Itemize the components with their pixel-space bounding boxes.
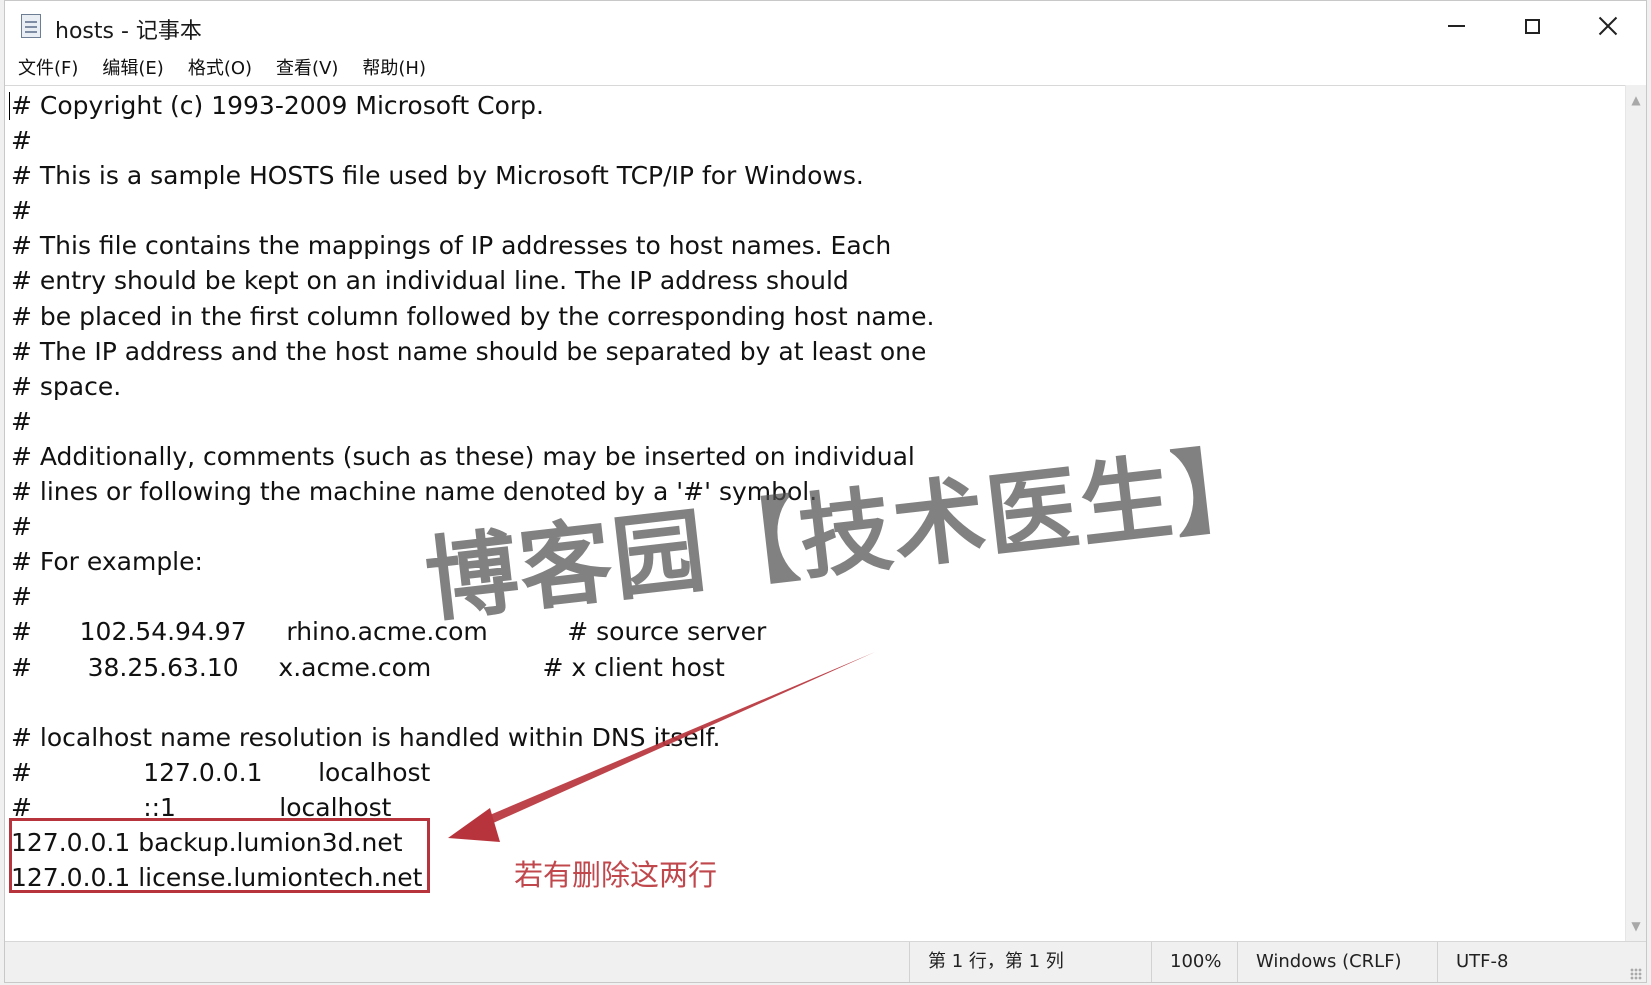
vertical-scrollbar[interactable]: ▲ ▼ — [1625, 85, 1646, 941]
menu-file[interactable]: 文件(F) — [7, 54, 89, 84]
editor-line: # — [11, 126, 32, 156]
notepad-icon — [21, 14, 41, 38]
maximize-button[interactable] — [1494, 1, 1570, 51]
status-encoding: UTF-8 — [1437, 942, 1617, 982]
status-line-ending: Windows (CRLF) — [1237, 942, 1437, 982]
menu-view[interactable]: 查看(V) — [265, 54, 349, 84]
resize-grip-icon[interactable] — [1630, 968, 1642, 980]
text-caret — [9, 92, 10, 120]
editor-line: # space. — [11, 371, 122, 401]
editor-line: # 38.25.63.10 x.acme.com # x client host — [11, 652, 725, 682]
editor-line: # — [11, 196, 32, 226]
minimize-button[interactable] — [1418, 1, 1494, 51]
editor-line: # 102.54.94.97 rhino.acme.com # source s… — [11, 617, 767, 647]
annotation-note: 若有删除这两行 — [514, 858, 718, 892]
title-bar[interactable]: hosts - 记事本 — [5, 1, 1646, 53]
editor-line: # localhost name resolution is handled w… — [11, 722, 721, 752]
editor-line: # The IP address and the host name shoul… — [11, 336, 927, 366]
window-title: hosts - 记事本 — [55, 19, 202, 44]
editor-line: # — [11, 406, 32, 436]
editor-line: # 127.0.0.1 localhost — [11, 757, 431, 787]
close-button[interactable] — [1570, 1, 1646, 51]
status-zoom: 100% — [1151, 942, 1237, 982]
editor-line: # be placed in the first column followed… — [11, 301, 935, 331]
menu-bar: 文件(F) 编辑(E) 格式(O) 查看(V) 帮助(H) — [5, 53, 1646, 85]
editor-line: # entry should be kept on an individual … — [11, 266, 849, 296]
status-bar: 第 1 行，第 1 列 100% Windows (CRLF) UTF-8 — [5, 941, 1646, 982]
menu-format[interactable]: 格式(O) — [177, 54, 263, 84]
scroll-up-arrow-icon[interactable]: ▲ — [1626, 89, 1646, 111]
minimize-icon — [1447, 25, 1465, 27]
editor-line: # Copyright (c) 1993-2009 Microsoft Corp… — [11, 91, 544, 120]
status-cursor-position: 第 1 行，第 1 列 — [909, 942, 1151, 982]
editor-line: # This file contains the mappings of IP … — [11, 231, 892, 261]
close-icon — [1598, 16, 1618, 36]
scroll-down-arrow-icon[interactable]: ▼ — [1626, 915, 1646, 937]
menu-edit[interactable]: 编辑(E) — [91, 54, 174, 84]
editor-line: # This is a sample HOSTS file used by Mi… — [11, 161, 864, 191]
highlight-box — [9, 818, 430, 893]
menu-help[interactable]: 帮助(H) — [351, 54, 437, 84]
maximize-icon — [1524, 18, 1540, 34]
